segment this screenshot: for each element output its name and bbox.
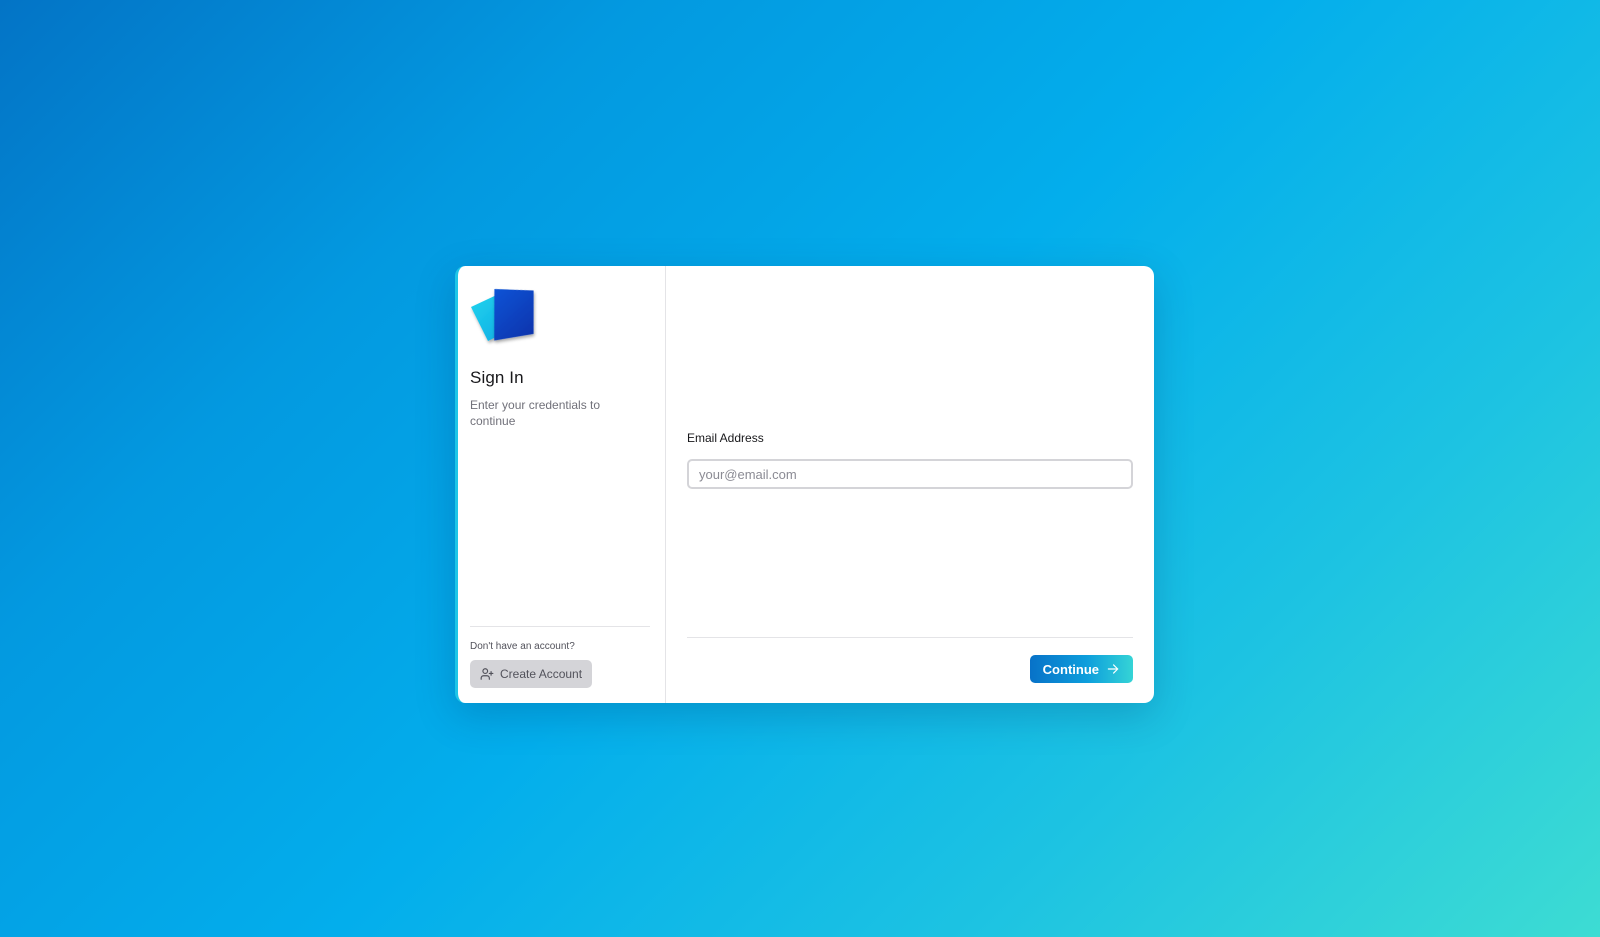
create-account-label: Create Account	[500, 667, 583, 681]
email-field[interactable]	[687, 459, 1133, 489]
page-title: Sign In	[470, 368, 524, 387]
create-account-button[interactable]: Create Account	[470, 660, 593, 688]
signin-card: Sign In Enter your credentials to contin…	[455, 266, 1154, 703]
signin-form: Email Address Continue	[666, 266, 1154, 703]
continue-label: Continue	[1042, 661, 1099, 677]
email-label: Email Address	[687, 431, 764, 445]
app-logo	[470, 283, 540, 351]
divider	[687, 637, 1133, 638]
divider	[470, 626, 650, 627]
signin-sidebar: Sign In Enter your credentials to contin…	[458, 266, 666, 703]
continue-button[interactable]: Continue	[1029, 655, 1133, 683]
user-plus-icon	[480, 667, 494, 681]
arrow-right-icon	[1106, 662, 1120, 676]
page-subtitle: Enter your credentials to continue	[470, 398, 601, 428]
no-account-text: Don't have an account?	[470, 641, 575, 652]
email-field-group: Email Address	[687, 431, 1133, 489]
signup-section: Don't have an account? Create Account	[470, 626, 650, 688]
form-footer: Continue	[687, 637, 1133, 683]
